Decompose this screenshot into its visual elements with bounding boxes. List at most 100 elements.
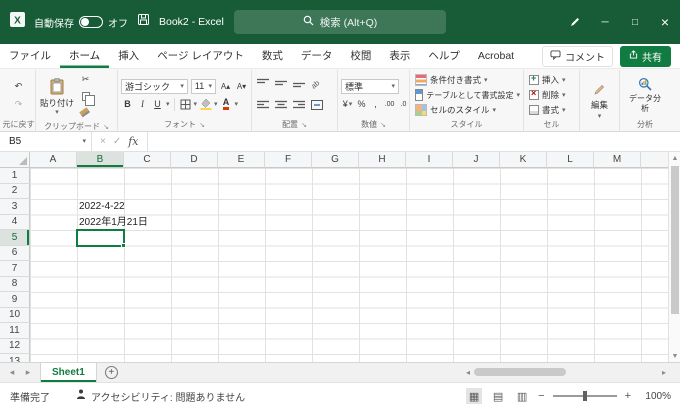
underline-button[interactable]: U: [151, 97, 164, 112]
tab-review[interactable]: 校閲: [341, 44, 380, 68]
column-header-m[interactable]: M: [594, 152, 641, 168]
orientation-button[interactable]: ab: [309, 78, 321, 90]
column-header-c[interactable]: C: [124, 152, 171, 168]
tab-insert[interactable]: 挿入: [109, 44, 148, 68]
borders-button[interactable]: [179, 97, 192, 112]
column-header-e[interactable]: E: [218, 152, 265, 168]
column-header-l[interactable]: L: [547, 152, 594, 168]
conditional-formatting-button[interactable]: 条件付き書式 ▾: [413, 73, 520, 88]
tab-page-layout[interactable]: ページ レイアウト: [148, 44, 253, 68]
save-button[interactable]: [137, 13, 150, 31]
share-button[interactable]: 共有: [620, 46, 671, 67]
row-header-10[interactable]: 10: [0, 308, 30, 324]
fill-handle[interactable]: [121, 243, 126, 248]
tab-home[interactable]: ホーム: [60, 44, 109, 68]
row-header-3[interactable]: 3: [0, 199, 30, 215]
add-sheet-button[interactable]: +: [105, 366, 118, 379]
font-name-select[interactable]: 游ゴシック ▾: [121, 79, 188, 94]
merge-center-button[interactable]: [311, 97, 323, 115]
select-all-corner[interactable]: [0, 152, 30, 168]
page-break-view-button[interactable]: ▥: [514, 388, 530, 404]
format-as-table-button[interactable]: テーブルとして書式設定 ▾: [413, 88, 520, 103]
zoom-out-button[interactable]: −: [538, 390, 544, 402]
next-sheet-button[interactable]: ▸: [20, 367, 36, 378]
column-header-i[interactable]: I: [406, 152, 453, 168]
insert-cells-button[interactable]: + 挿入 ▾: [527, 73, 576, 88]
row-header-4[interactable]: 4: [0, 215, 30, 231]
column-header-b[interactable]: B: [77, 152, 124, 168]
editing-button[interactable]: 編集 ▾: [583, 72, 616, 131]
row-header-13[interactable]: 13: [0, 354, 30, 362]
prev-sheet-button[interactable]: ◂: [4, 367, 20, 378]
fill-color-dropdown-icon[interactable]: ▾: [214, 101, 218, 108]
vertical-scrollbar[interactable]: ▲ ▼: [668, 152, 680, 362]
scroll-left-icon[interactable]: ◂: [466, 368, 470, 377]
tab-data[interactable]: データ: [292, 44, 342, 68]
insert-function-button[interactable]: fx: [128, 135, 138, 148]
row-header-7[interactable]: 7: [0, 261, 30, 277]
row-header-5[interactable]: 5: [0, 230, 30, 246]
column-header-a[interactable]: A: [30, 152, 77, 168]
normal-view-button[interactable]: ▦: [466, 388, 482, 404]
align-left-button[interactable]: [257, 97, 269, 115]
page-layout-view-button[interactable]: ▤: [490, 388, 506, 404]
delete-cells-button[interactable]: × 削除 ▾: [527, 88, 576, 103]
row-header-12[interactable]: 12: [0, 339, 30, 355]
zoom-slider-thumb[interactable]: [583, 391, 587, 401]
cells-area[interactable]: 2022-4-22 2022年1月21日: [30, 168, 668, 362]
increase-decimal-button[interactable]: .00: [383, 97, 396, 112]
increase-font-button[interactable]: A▴: [219, 79, 232, 94]
horizontal-scrollbar-thumb[interactable]: [474, 368, 566, 376]
align-right-button[interactable]: [293, 97, 305, 115]
autosave-toggle[interactable]: 自動保存 オフ: [34, 15, 128, 30]
comments-button[interactable]: コメント: [542, 46, 613, 67]
row-header-11[interactable]: 11: [0, 323, 30, 339]
accessibility-status[interactable]: アクセシビリティ: 問題ありません: [76, 389, 245, 404]
row-header-2[interactable]: 2: [0, 184, 30, 200]
cancel-entry-icon[interactable]: ×: [100, 136, 106, 147]
paste-button[interactable]: 貼り付け ▾: [39, 72, 75, 121]
ink-pen-button[interactable]: [560, 0, 590, 44]
comma-button[interactable]: ,: [369, 97, 382, 112]
cell-b4[interactable]: 2022年1月21日: [79, 215, 148, 231]
number-dialog-launcher[interactable]: ↘: [380, 121, 386, 129]
font-dialog-launcher[interactable]: ↘: [199, 121, 205, 129]
font-color-dropdown-icon[interactable]: ▾: [235, 101, 239, 108]
column-header-f[interactable]: F: [265, 152, 312, 168]
name-box-dropdown-icon[interactable]: ▾: [82, 138, 86, 145]
fill-color-button[interactable]: [199, 97, 212, 112]
undo-button[interactable]: ↶: [12, 79, 25, 94]
tab-file[interactable]: ファイル: [0, 44, 60, 68]
format-cells-button[interactable]: 書式 ▾: [527, 103, 576, 118]
font-size-select[interactable]: 11 ▾: [191, 79, 216, 94]
column-header-g[interactable]: G: [312, 152, 359, 168]
minimize-button[interactable]: ─: [590, 0, 620, 44]
zoom-slider[interactable]: [553, 395, 617, 397]
bold-button[interactable]: B: [121, 97, 134, 112]
align-center-button[interactable]: [275, 97, 287, 115]
name-box[interactable]: B5 ▾: [0, 132, 92, 151]
format-painter-button[interactable]: [79, 106, 92, 121]
scroll-up-icon[interactable]: ▲: [669, 152, 680, 164]
horizontal-scrollbar[interactable]: ◂ ▸: [466, 362, 666, 382]
decrease-font-button[interactable]: A▾: [235, 79, 248, 94]
tab-view[interactable]: 表示: [380, 44, 419, 68]
decrease-decimal-button[interactable]: .0: [397, 97, 410, 112]
cut-button[interactable]: ✂: [79, 72, 92, 87]
italic-button[interactable]: I: [136, 97, 149, 112]
number-format-select[interactable]: 標準 ▾: [341, 79, 399, 94]
row-header-9[interactable]: 9: [0, 292, 30, 308]
confirm-entry-icon[interactable]: ✓: [113, 136, 121, 147]
column-header-h[interactable]: H: [359, 152, 406, 168]
redo-button[interactable]: ↷: [12, 97, 25, 112]
scroll-down-icon[interactable]: ▼: [669, 350, 680, 362]
row-header-1[interactable]: 1: [0, 168, 30, 184]
align-bottom-button[interactable]: [293, 75, 305, 93]
underline-dropdown-icon[interactable]: ▾: [166, 101, 170, 108]
zoom-in-button[interactable]: +: [625, 390, 631, 402]
data-analysis-button[interactable]: データ分析: [623, 72, 667, 118]
font-color-button[interactable]: A: [220, 97, 233, 112]
close-button[interactable]: ×: [650, 0, 680, 44]
search-box[interactable]: 検索 (Alt+Q): [234, 10, 446, 34]
vertical-scrollbar-thumb[interactable]: [671, 166, 679, 314]
